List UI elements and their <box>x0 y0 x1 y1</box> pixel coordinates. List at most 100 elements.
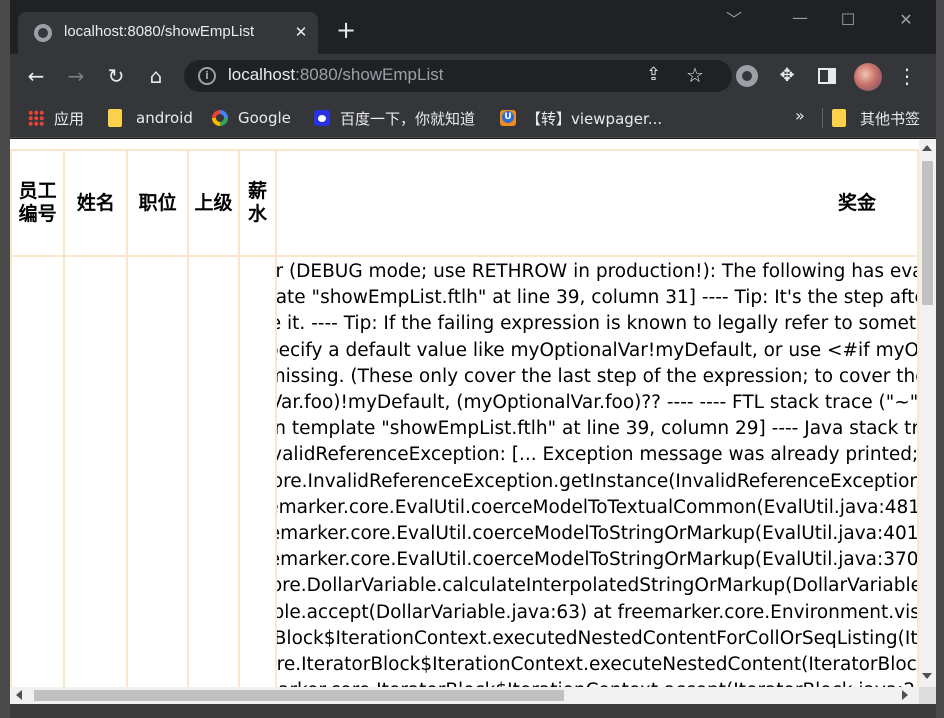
folder-icon <box>108 109 122 127</box>
bookmark-other[interactable]: 其他书签 <box>832 107 920 129</box>
error-cell: FreeMarker template error (DEBUG mode; u… <box>274 255 919 687</box>
bookmark-star-icon[interactable]: ☆ <box>686 63 704 87</box>
tab-title: localhost:8080/showEmpList <box>64 23 255 40</box>
header-manager: 上级 <box>186 149 241 257</box>
error-line: FreeMarker template error (DEBUG mode; u… <box>276 261 917 282</box>
error-line: freemarker.core.EvalUtil.coerceModelToSt… <box>276 523 917 545</box>
error-line: ==> emp.comm [in template "showEmpList.f… <box>276 287 917 309</box>
error-line: freemarker.core.IteratorBlock$IterationC… <box>276 654 917 676</box>
page-viewport: 员工编号 姓名 职位 上级 薪水 奖金 r (DEBUG mode; use R… <box>10 139 936 718</box>
table-cell <box>63 255 129 687</box>
url-host: localhost <box>228 65 296 84</box>
error-line: this error, not those before it. ---- Ti… <box>277 313 917 335</box>
page-content: 员工编号 姓名 职位 上级 薪水 奖金 r (DEBUG mode; use R… <box>10 139 919 687</box>
vertical-scrollbar[interactable] <box>919 139 936 687</box>
globe-icon <box>34 24 52 42</box>
employee-table: 员工编号 姓名 职位 上级 薪水 奖金 r (DEBUG mode; use R… <box>10 149 919 687</box>
maximize-button[interactable]: ☐ <box>828 8 868 32</box>
bookmark-label: 百度一下，你就知道 <box>340 109 476 128</box>
window-bottom-edge <box>10 704 936 718</box>
bookmarks-bar: 应用 android Google 百度一下，你就知道 【转】viewpager… <box>10 98 936 138</box>
horizontal-scroll-thumb[interactable] <box>34 690 564 701</box>
new-tab-button[interactable]: + <box>332 16 360 44</box>
error-line: present<#else>when-missing. (These only … <box>277 365 917 387</box>
folder-icon <box>832 109 846 127</box>
url-text[interactable]: localhost:8080/showEmpList <box>228 65 443 85</box>
bookmark-label: 【转】viewpager... <box>526 109 663 128</box>
side-panel-icon[interactable] <box>818 68 836 84</box>
bookmark-label: 其他书签 <box>860 109 921 128</box>
bookmark-google[interactable]: Google <box>212 107 291 129</box>
scroll-right-arrow[interactable] <box>902 690 908 700</box>
chrome-menu-icon[interactable]: ⋮ <box>896 65 918 87</box>
bookmark-viewpager[interactable]: 【转】viewpager... <box>500 107 662 129</box>
site-info-icon[interactable]: i <box>198 67 216 85</box>
table-cell <box>186 255 241 687</box>
share-icon[interactable]: ⇪ <box>646 64 661 85</box>
table-cell <box>10 255 66 687</box>
apps-grid-icon <box>28 110 44 126</box>
error-line: Failed at: ${emp.comm} [in template "sho… <box>276 418 917 440</box>
background-window-edge-right <box>936 0 944 718</box>
header-employee-id: 员工编号 <box>10 149 66 257</box>
bookmark-android[interactable]: android <box>108 107 193 129</box>
bookmark-label: 应用 <box>54 109 85 128</box>
home-button[interactable]: ⌂ <box>142 62 170 90</box>
table-cell <box>126 255 189 687</box>
tab-close-icon[interactable]: ✕ <box>290 20 312 44</box>
error-line: freemarker.core.DollarVariable.accept(Do… <box>276 601 917 623</box>
error-line: freemarker.core.InvalidReferenceExceptio… <box>277 444 917 466</box>
reload-button[interactable]: ↻ <box>102 62 130 90</box>
close-window-button[interactable]: ✕ <box>886 8 926 32</box>
error-line: freemarker.core.EvalUtil.coerceModelToTe… <box>276 496 917 518</box>
back-button[interactable]: ← <box>22 62 50 90</box>
error-line: freemarker.core.EvalUtil.coerceModelToSt… <box>276 549 917 571</box>
u-icon <box>500 110 516 126</box>
error-line: parenthesis: (myOptionalVar.foo)!myDefau… <box>277 392 917 414</box>
background-window-edge-left <box>0 0 10 718</box>
tab-strip: localhost:8080/showEmpList ✕ + ﹀ — ☐ ✕ <box>10 0 936 54</box>
bookmark-apps[interactable]: 应用 <box>28 107 84 129</box>
header-label: 员工编号 <box>18 180 57 225</box>
bookmark-baidu[interactable]: 百度一下，你就知道 <box>314 107 475 129</box>
record-extension-icon[interactable] <box>736 65 758 87</box>
header-label: 薪水 <box>248 180 268 225</box>
bookmark-label: Google <box>238 109 291 127</box>
vertical-scroll-thumb[interactable] <box>922 161 933 305</box>
error-line: freemarker.core.IteratorBlock$IterationC… <box>277 678 917 687</box>
header-salary: 薪水 <box>238 149 277 257</box>
forward-button[interactable]: → <box>62 62 90 90</box>
scroll-left-arrow[interactable] <box>16 690 22 700</box>
scroll-up-arrow[interactable] <box>922 145 932 151</box>
puzzle-icon[interactable]: ✥ <box>776 65 798 87</box>
header-name: 姓名 <box>63 149 129 257</box>
table-row: FreeMarker template error (DEBUG mode; u… <box>10 255 919 687</box>
table-cell <box>238 255 277 687</box>
scroll-down-arrow[interactable] <box>922 673 932 679</box>
freemarker-error-message: FreeMarker template error (DEBUG mode; u… <box>277 257 917 687</box>
error-line: freemarker.core.InvalidReferenceExceptio… <box>276 470 917 492</box>
error-line: freemarker.core.DollarVariable.calculate… <box>277 575 917 597</box>
baidu-paw-icon <box>314 110 330 126</box>
error-text-block: FreeMarker template error (DEBUG mode; u… <box>277 257 917 687</box>
profile-avatar[interactable] <box>854 63 882 91</box>
header-job: 职位 <box>126 149 189 257</box>
more-bookmarks-chevron[interactable]: » <box>795 106 805 125</box>
google-icon <box>212 110 228 126</box>
tab-active[interactable]: localhost:8080/showEmpList ✕ <box>18 12 318 54</box>
bookmark-label: android <box>136 109 193 127</box>
navigation-toolbar: ← → ↻ ⌂ i localhost:8080/showEmpList ⇪ ☆… <box>10 54 936 98</box>
tab-search-chevron-icon[interactable]: ﹀ <box>714 8 754 32</box>
browser-window: localhost:8080/showEmpList ✕ + ﹀ — ☐ ✕ ←… <box>10 0 936 718</box>
header-label: 奖金 <box>837 191 876 214</box>
horizontal-scrollbar[interactable] <box>10 687 919 704</box>
address-bar[interactable]: i localhost:8080/showEmpList ⇪ ☆ <box>184 60 732 92</box>
minimize-button[interactable]: — <box>780 6 820 30</box>
url-path: :8080/showEmpList <box>295 65 444 84</box>
bookmarks-divider <box>822 108 823 128</box>
scrollbar-corner <box>919 687 936 704</box>
error-line: or missing, either specify a default val… <box>277 339 917 361</box>
table-header-row: 员工编号 姓名 职位 上级 薪水 奖金 <box>10 149 919 257</box>
header-bonus: 奖金 <box>274 149 919 257</box>
error-line: freemarker.core.IteratorBlock$IterationC… <box>276 627 917 649</box>
